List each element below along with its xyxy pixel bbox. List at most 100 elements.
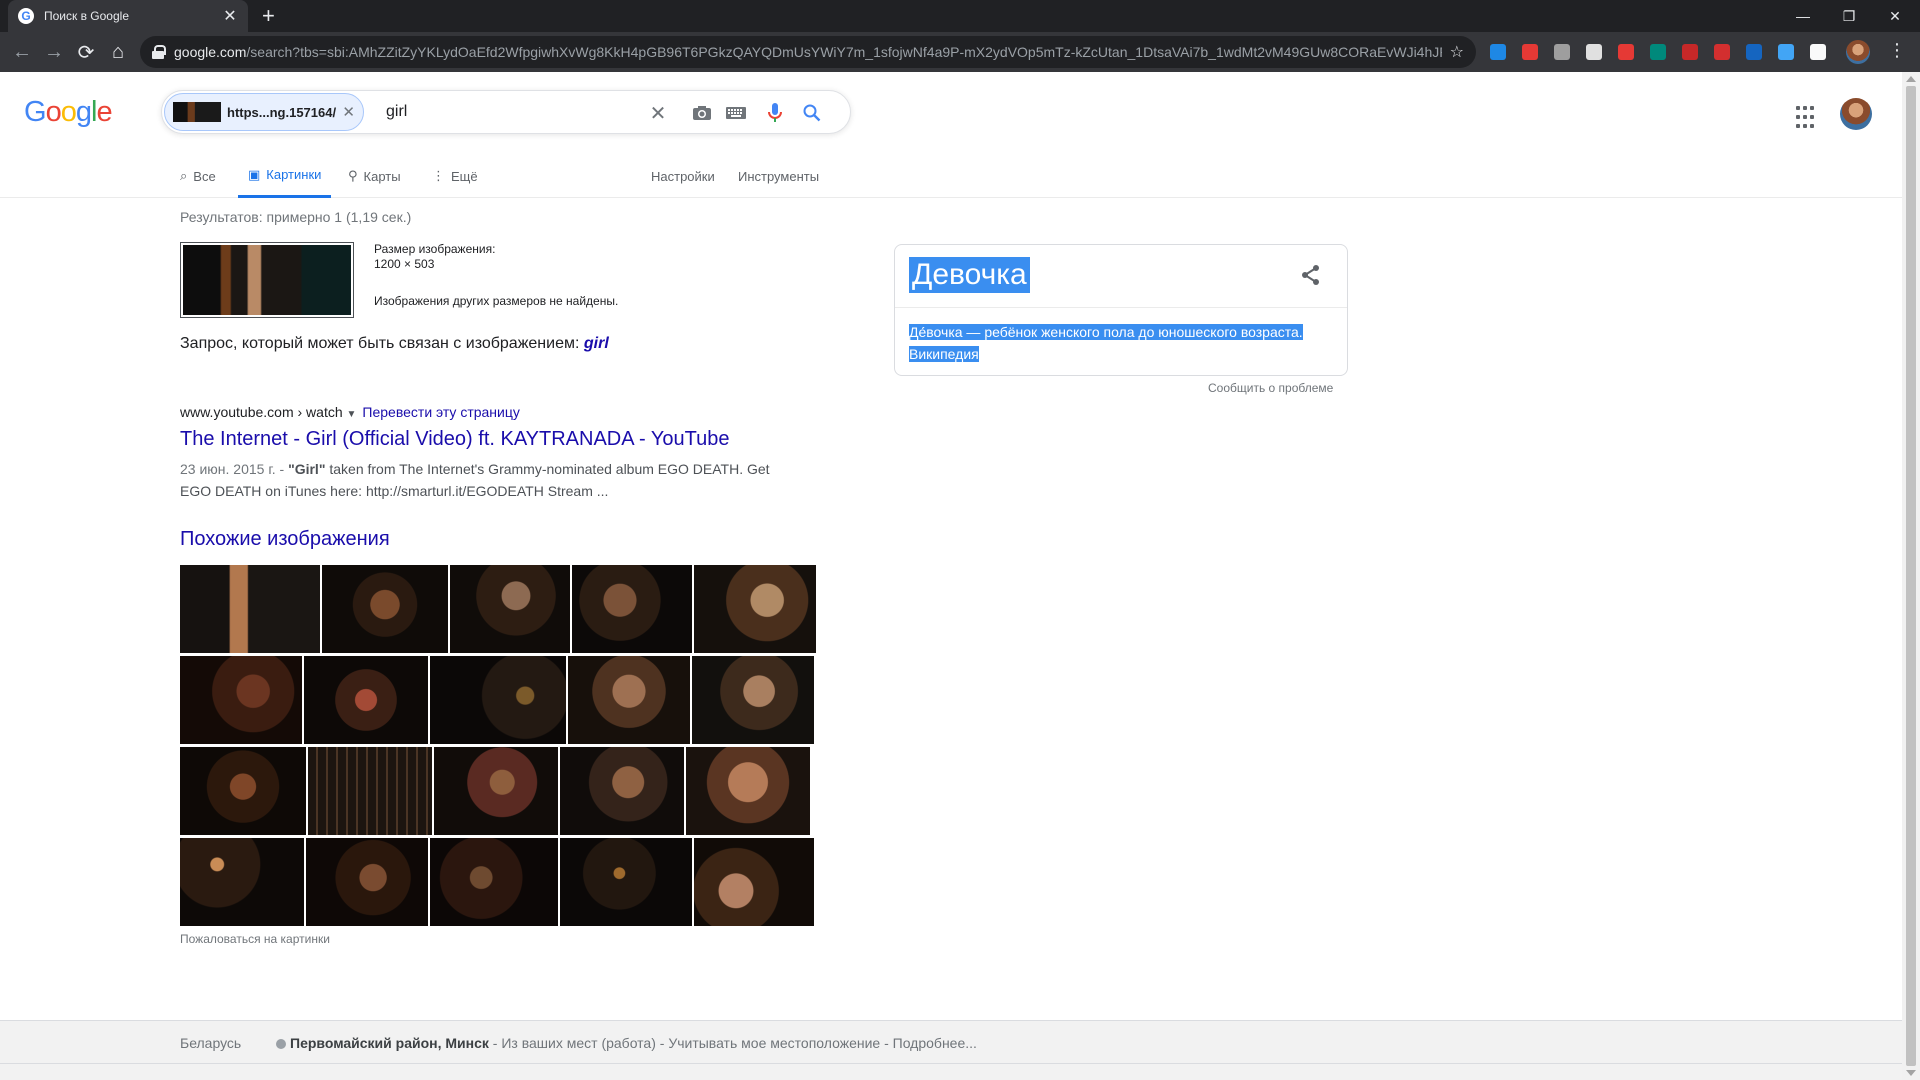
image-size-info: Размер изображения: 1200 × 503 Изображен…	[374, 242, 618, 309]
forward-button[interactable]: →	[40, 38, 68, 66]
image-size-label: Размер изображения:	[374, 242, 496, 256]
related-query-link[interactable]: girl	[584, 335, 609, 352]
similar-image[interactable]	[450, 565, 570, 653]
browser-toolbar: ← → ⟳ ⌂ google.com/search?tbs=sbi:AMhZZi…	[0, 32, 1920, 72]
home-button[interactable]: ⌂	[104, 38, 132, 66]
similar-image[interactable]	[694, 565, 816, 653]
scroll-up-icon[interactable]	[1906, 76, 1916, 82]
address-bar[interactable]: google.com/search?tbs=sbi:AMhZZitZyYKLyd…	[140, 36, 1476, 68]
bookmark-star-icon[interactable]: ☆	[1450, 42, 1464, 62]
microphone-icon[interactable]	[763, 101, 787, 125]
tools-link[interactable]: Инструменты	[738, 154, 819, 198]
similar-image[interactable]	[572, 565, 692, 653]
similar-images-heading[interactable]: Похожие изображения	[180, 528, 390, 551]
extension-icon[interactable]	[1490, 44, 1506, 60]
account-avatar[interactable]	[1840, 98, 1872, 130]
logo-letter: o	[45, 96, 62, 128]
tab-title: Поиск в Google	[44, 9, 129, 23]
divider	[0, 1063, 1902, 1064]
chevron-down-icon[interactable]: ▼	[347, 409, 357, 420]
new-tab-button[interactable]: +	[262, 4, 275, 28]
restore-window-button[interactable]: ❐	[1826, 0, 1872, 32]
camera-icon[interactable]	[690, 101, 714, 125]
search-by-image-chip[interactable]: https...ng.157164/ ✕	[164, 93, 364, 131]
url-text[interactable]: google.com/search?tbs=sbi:AMhZZitZyYKLyd…	[174, 44, 1442, 60]
tab-all[interactable]: ⌕ Все	[180, 154, 216, 198]
browser-tab[interactable]: G Поиск в Google ✕	[8, 0, 248, 32]
similar-image[interactable]	[308, 747, 432, 835]
query-image-thumbnail	[173, 102, 221, 122]
image-size-value: 1200 × 503	[374, 257, 435, 271]
extension-icon[interactable]	[1746, 44, 1762, 60]
similar-image[interactable]	[180, 838, 304, 926]
close-tab-icon[interactable]: ✕	[222, 6, 238, 26]
knowledge-panel: Девочка Де́вочка — ребёнок женского пола…	[894, 244, 1348, 376]
similar-image[interactable]	[306, 838, 428, 926]
search-box[interactable]: https...ng.157164/ ✕ girl ✕	[161, 90, 851, 134]
browser-menu-icon[interactable]: ⋮	[1888, 40, 1906, 61]
similar-image[interactable]	[694, 838, 814, 926]
minimize-window-button[interactable]: —	[1780, 0, 1826, 32]
extension-icon[interactable]	[1810, 44, 1826, 60]
more-vert-icon: ⋮	[432, 168, 445, 183]
results-count: Результатов: примерно 1 (1,19 сек.)	[180, 209, 412, 225]
extension-icon[interactable]	[1714, 44, 1730, 60]
similar-image[interactable]	[180, 565, 320, 653]
similar-image[interactable]	[568, 656, 690, 744]
close-window-button[interactable]: ✕	[1872, 0, 1918, 32]
similar-image[interactable]	[430, 656, 566, 744]
image-row	[180, 565, 816, 653]
similar-image[interactable]	[686, 747, 810, 835]
footer-location: Первомайский район, Минск - Из ваших мес…	[276, 1035, 977, 1051]
browser-tab-strip: G Поиск в Google ✕ + — ❐ ✕	[0, 0, 1920, 32]
extension-icon[interactable]	[1682, 44, 1698, 60]
logo-letter: g	[75, 96, 92, 128]
extension-icon[interactable]	[1586, 44, 1602, 60]
similar-image[interactable]	[430, 838, 558, 926]
similar-image[interactable]	[434, 747, 558, 835]
report-images-link[interactable]: Пожаловаться на картинки	[180, 932, 330, 946]
clear-search-icon[interactable]: ✕	[646, 101, 670, 125]
search-input[interactable]: girl	[386, 103, 407, 121]
query-image[interactable]	[180, 242, 354, 318]
scroll-down-icon[interactable]	[1906, 1070, 1916, 1076]
similar-image[interactable]	[304, 656, 428, 744]
tab-images[interactable]: ▣ Картинки	[238, 154, 332, 198]
result-title-link[interactable]: The Internet - Girl (Official Video) ft.…	[180, 426, 780, 452]
keyboard-icon[interactable]	[724, 101, 748, 125]
logo-letter: G	[24, 96, 47, 128]
report-problem-link[interactable]: Сообщить о проблеме	[1208, 381, 1333, 395]
tab-more[interactable]: ⋮ Ещё	[432, 154, 478, 198]
share-icon[interactable]	[1299, 263, 1323, 287]
image-icon: ▣	[248, 166, 261, 182]
scrollbar-thumb[interactable]	[1906, 86, 1916, 1066]
extension-icon[interactable]	[1650, 44, 1666, 60]
extension-icon[interactable]	[1618, 44, 1634, 60]
result-snippet: 23 июн. 2015 г. - "Girl" taken from The …	[180, 461, 770, 499]
similar-image[interactable]	[180, 747, 306, 835]
reload-button[interactable]: ⟳	[72, 38, 100, 66]
similar-image[interactable]	[560, 838, 692, 926]
extension-icon[interactable]	[1778, 44, 1794, 60]
translate-link[interactable]: Перевести эту страницу	[362, 404, 519, 420]
similar-image[interactable]	[180, 656, 302, 744]
image-row	[180, 656, 816, 744]
remove-image-icon[interactable]: ✕	[342, 103, 355, 121]
extension-icon[interactable]	[1554, 44, 1570, 60]
similar-image[interactable]	[560, 747, 684, 835]
related-query: Запрос, который может быть связан с изоб…	[180, 335, 609, 352]
browser-profile-avatar[interactable]	[1846, 40, 1870, 64]
similar-image[interactable]	[692, 656, 814, 744]
footer: Беларусь Первомайский район, Минск - Из …	[0, 1020, 1902, 1080]
back-button[interactable]: ←	[8, 38, 36, 66]
extension-icon[interactable]	[1522, 44, 1538, 60]
image-chip-label: https...ng.157164/	[227, 104, 337, 120]
google-logo[interactable]: Google	[24, 96, 113, 129]
tab-maps[interactable]: ⚲ Карты	[348, 154, 401, 198]
page-scrollbar[interactable]	[1902, 72, 1920, 1080]
settings-link[interactable]: Настройки	[651, 154, 715, 198]
search-icon[interactable]	[800, 101, 824, 125]
google-apps-icon[interactable]	[1796, 106, 1820, 130]
lock-icon	[152, 45, 166, 59]
similar-image[interactable]	[322, 565, 448, 653]
